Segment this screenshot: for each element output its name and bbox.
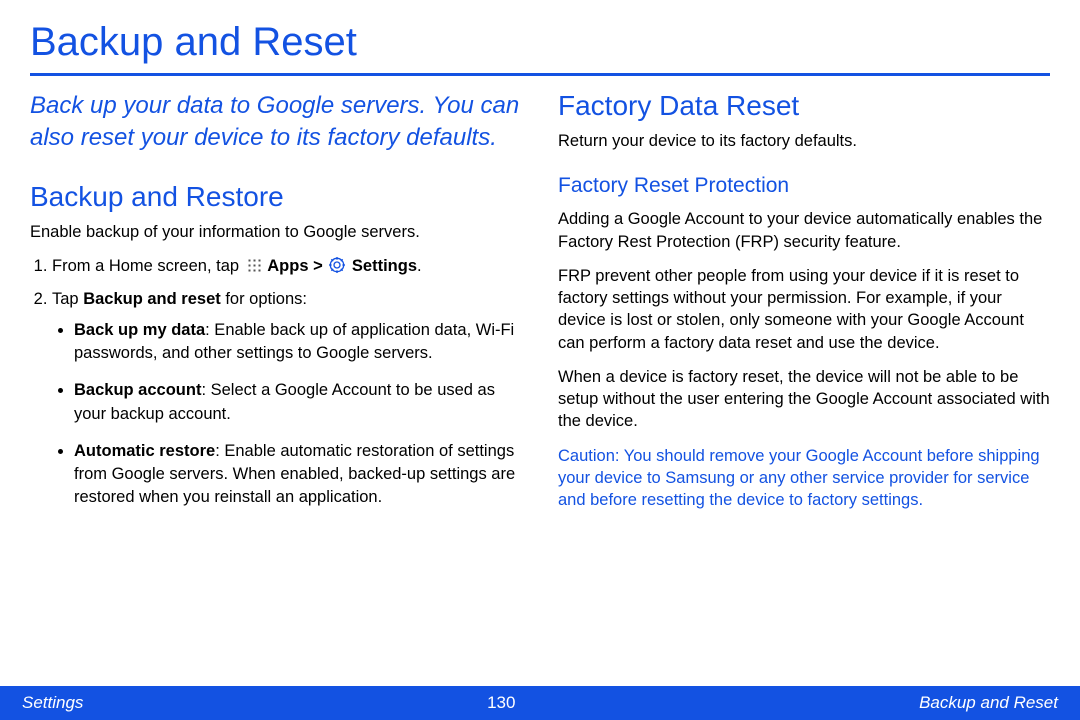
footer-right: Backup and Reset [919, 693, 1058, 713]
caution-body: : You should remove your Google Account … [558, 447, 1040, 510]
gt-separator: > [309, 257, 328, 275]
right-column: Factory Data Reset Return your device to… [558, 90, 1050, 523]
backup-restore-lead: Enable backup of your information to Goo… [30, 221, 522, 243]
steps-list: From a Home screen, tap Apps > Settings.… [30, 255, 522, 509]
option-2-title: Backup account [74, 381, 201, 399]
step-2-pre: Tap [52, 290, 83, 308]
option-1-title: Back up my data [74, 321, 205, 339]
option-auto-restore: Automatic restore: Enable automatic rest… [74, 440, 522, 509]
option-backup-account: Backup account: Select a Google Account … [74, 379, 522, 425]
frp-p3: When a device is factory reset, the devi… [558, 366, 1050, 433]
step-1-pre: From a Home screen, tap [52, 257, 244, 275]
settings-gear-icon [329, 257, 345, 273]
frp-p1: Adding a Google Account to your device a… [558, 208, 1050, 253]
factory-reset-lead: Return your device to its factory defaul… [558, 130, 1050, 152]
backup-restore-heading: Backup and Restore [30, 181, 522, 213]
left-column: Back up your data to Google servers. You… [30, 90, 522, 523]
caution-note: Caution: You should remove your Google A… [558, 445, 1050, 512]
step-1-post: . [417, 257, 422, 275]
apps-label: Apps [267, 257, 308, 275]
page-title: Backup and Reset [30, 20, 1050, 65]
footer-page-number: 130 [487, 693, 515, 713]
frp-p2: FRP prevent other people from using your… [558, 265, 1050, 354]
factory-reset-heading: Factory Data Reset [558, 90, 1050, 122]
step-2-bold: Backup and reset [83, 290, 221, 308]
intro-text: Back up your data to Google servers. You… [30, 90, 522, 155]
page-footer: Settings 130 Backup and Reset [0, 686, 1080, 720]
frp-heading: Factory Reset Protection [558, 174, 1050, 198]
caution-label: Caution [558, 447, 615, 465]
step-1: From a Home screen, tap Apps > Settings. [52, 255, 522, 278]
footer-left: Settings [22, 693, 83, 713]
options-list: Back up my data: Enable back up of appli… [52, 319, 522, 509]
content-columns: Back up your data to Google servers. You… [30, 90, 1050, 523]
apps-grid-icon [246, 257, 261, 272]
option-3-title: Automatic restore [74, 442, 215, 460]
option-backup-data: Back up my data: Enable back up of appli… [74, 319, 522, 365]
settings-label: Settings [352, 257, 417, 275]
step-2-post: for options: [221, 290, 307, 308]
step-2: Tap Backup and reset for options: Back u… [52, 288, 522, 509]
title-divider [30, 73, 1050, 76]
